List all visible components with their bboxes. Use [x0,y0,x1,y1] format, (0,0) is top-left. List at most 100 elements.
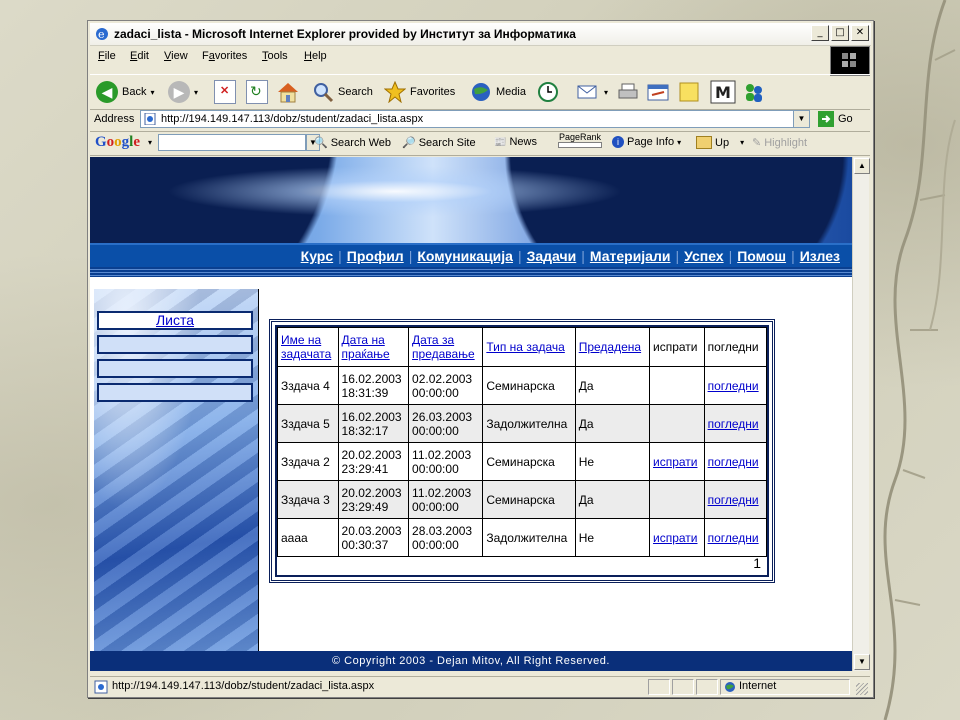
menu-file[interactable]: File [98,50,116,62]
cell-send [649,366,705,405]
back-arrow-icon: ◀ [96,81,118,103]
cell-sent-date: 16.02.2003 18:31:39 [337,366,410,405]
title-bar[interactable]: e zadaci_lista - Microsoft Internet Expl… [90,23,871,46]
nav-uspeh[interactable]: Успех [684,248,723,264]
nav-izlez[interactable]: Излез [800,248,840,264]
search-button[interactable]: Search [312,79,373,105]
print-button[interactable] [616,79,640,105]
google-menu-chevron-icon[interactable]: ▾ [148,138,152,147]
cell-view: погледни [703,518,768,557]
menu-view[interactable]: View [164,50,188,62]
address-dropdown-icon[interactable]: ▼ [793,111,809,127]
refresh-button[interactable]: ↻ [246,79,268,105]
home-button[interactable] [276,79,300,105]
tasks-table-frame: Име на задачата Дата на праќање Дата за … [269,319,775,583]
menu-tools[interactable]: Tools [262,50,288,62]
view-link[interactable]: погледни [708,417,759,431]
google-logo[interactable]: Google [95,134,140,151]
nav-materijali[interactable]: Материјали [590,248,671,264]
table-pager[interactable]: 1 [753,555,761,571]
nav-kurs[interactable]: Курс [301,248,333,264]
page-info-button[interactable]: i Page Info ▾ [612,136,681,148]
nav-pomosh[interactable]: Помош [737,248,786,264]
maximize-button[interactable]: □ [831,25,849,41]
up-button[interactable]: Up ▾ [696,136,744,149]
search-icon [314,83,334,103]
go-label: Go [838,113,853,125]
menu-favorites[interactable]: Favorites [202,50,247,62]
forward-button[interactable]: ▶ ▾ [168,79,198,105]
menu-edit[interactable]: Edit [130,50,149,62]
status-bar: http://194.149.147.113/dobz/student/zada… [90,676,870,697]
info-icon: i [612,136,624,148]
highlight-button[interactable]: ✎ Highlight [752,136,807,150]
cell-type: Семинарска [482,366,576,405]
news-button[interactable]: 📰 News [494,136,537,148]
mail-button[interactable]: ▾ [576,79,608,105]
back-label: Back [122,86,147,98]
vertical-scrollbar[interactable]: ▲ ▼ [852,157,870,671]
nav-komunikacija[interactable]: Комуникација [417,248,513,264]
view-link[interactable]: погледни [708,379,759,393]
sidebar-item-lista[interactable]: Листа [97,311,253,330]
refresh-icon: ↻ [246,80,268,104]
view-link[interactable]: погледни [708,455,759,469]
google-toolbar: Google ▾ ▼ 🔍 Search Web 🔎 Search Site 📰 New… [90,131,870,156]
cell-due-date: 11.02.2003 00:00:00 [408,442,484,481]
nav-zadachi[interactable]: Задачи [527,248,577,264]
star-icon [384,81,406,103]
sticky-note-icon [679,82,699,102]
menu-help[interactable]: Help [304,50,327,62]
favorites-button[interactable]: Favorites [384,79,455,105]
binoculars-icon: 🔍 [314,137,328,149]
sidebar-item-empty [97,383,253,402]
cell-submitted: Не [574,442,651,481]
resize-grip-icon[interactable] [856,683,868,695]
col-header-submitted[interactable]: Предадена [574,327,651,367]
address-input[interactable]: http://194.149.147.113/dobz/student/zada… [140,110,810,128]
media-button[interactable]: Media [470,79,526,105]
cell-name: Зздача 5 [277,404,339,443]
col-header-due-date[interactable]: Дата за предавање [408,327,484,367]
col-header-type[interactable]: Тип на задача [482,327,576,367]
media-globe-icon [472,83,490,101]
cell-type: Задолжителна [482,404,576,443]
status-cell [648,679,670,695]
table-row: аааа 20.03.2003 00:30:37 28.03.2003 00:0… [277,518,768,557]
search-web-button[interactable]: 🔍 Search Web [314,136,391,150]
scroll-down-icon[interactable]: ▼ [854,654,870,670]
search-site-button[interactable]: 🔎 Search Site [402,136,476,150]
cell-submitted: Да [574,404,651,443]
history-clock-icon [538,82,558,102]
cell-type: Семинарска [482,442,576,481]
svg-text:e: e [98,28,105,41]
cell-sent-date: 20.03.2003 00:30:37 [337,518,410,557]
send-link[interactable]: испрати [653,455,697,469]
messenger-button[interactable] [742,79,766,105]
messenger-m-button[interactable]: M [710,79,736,105]
stop-button[interactable]: ✕ [214,79,236,105]
col-header-name[interactable]: Име на задачата [277,327,339,367]
scroll-up-icon[interactable]: ▲ [854,158,870,174]
address-label: Address [94,113,135,125]
google-search-input[interactable] [158,134,306,151]
back-button[interactable]: ◀ Back ▾ [96,79,154,105]
nav-profil[interactable]: Профил [347,248,404,264]
cell-name: Зздача 2 [277,442,339,481]
status-cell [672,679,694,695]
view-link[interactable]: погледни [708,493,759,507]
go-button[interactable]: Go [818,110,853,128]
discuss-button[interactable] [678,79,700,105]
send-link[interactable]: испрати [653,531,697,545]
edit-button[interactable] [646,79,670,105]
close-button[interactable]: ✕ [851,25,869,41]
view-link[interactable]: погледни [708,531,759,545]
history-button[interactable] [536,79,560,105]
window-title: zadaci_lista - Microsoft Internet Explor… [114,27,576,41]
status-url: http://194.149.147.113/dobz/student/zada… [112,680,375,692]
cell-submitted: Не [574,518,651,557]
cell-type: Задолжителна [482,518,576,557]
media-label: Media [496,86,526,98]
col-header-sent-date[interactable]: Дата на праќање [337,327,410,367]
minimize-button[interactable]: _ [811,25,829,41]
